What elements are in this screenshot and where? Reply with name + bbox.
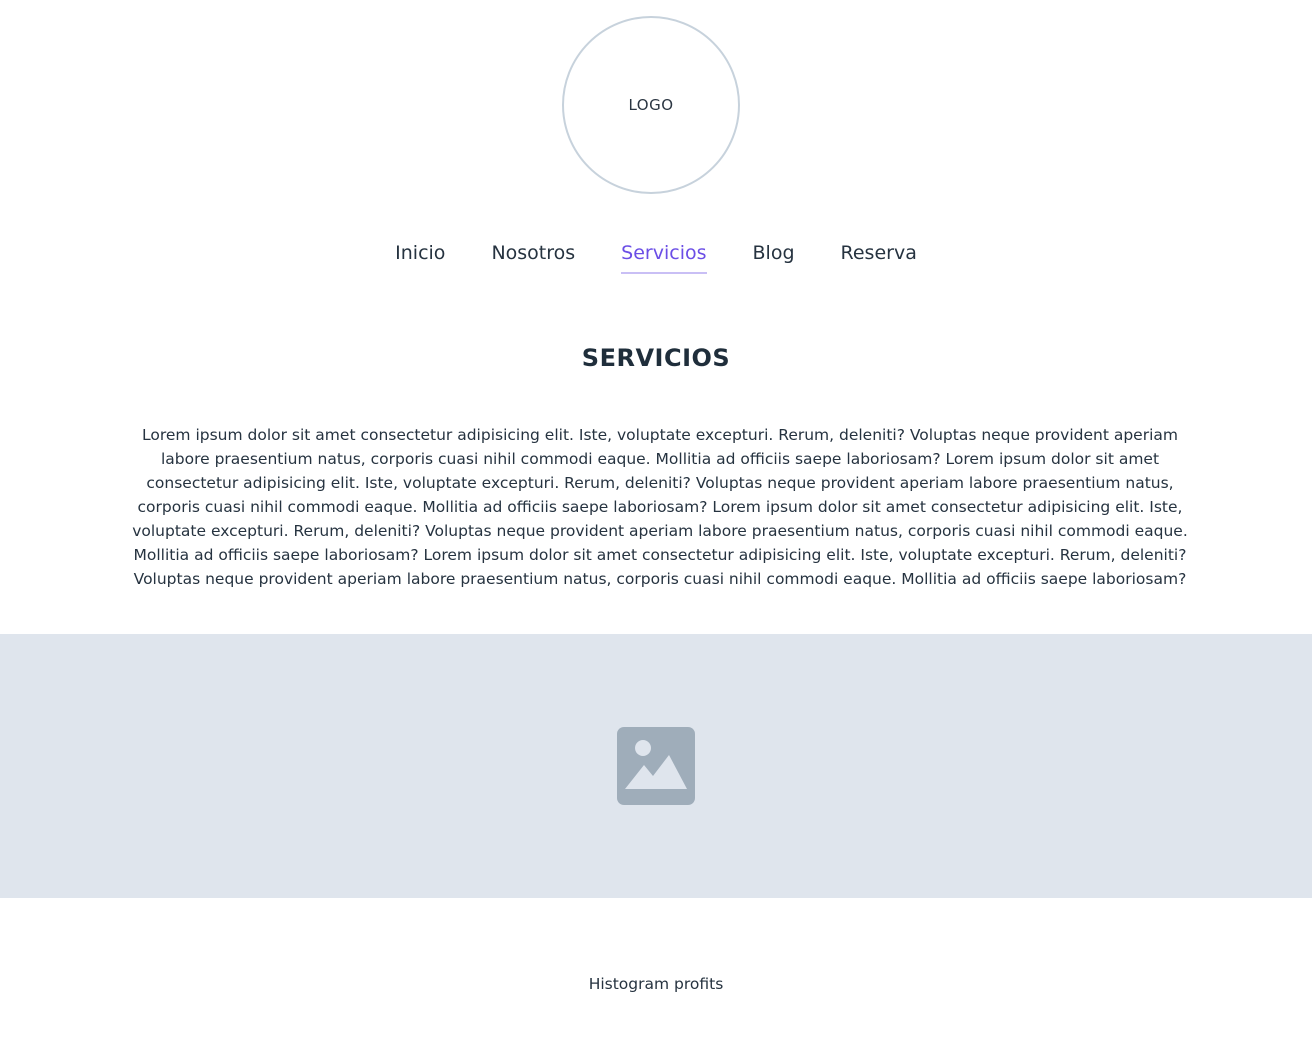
image-icon — [617, 727, 695, 805]
logo[interactable]: LOGO — [562, 16, 740, 194]
services-description: Lorem ipsum dolor sit amet consectetur a… — [132, 426, 1188, 588]
nav-item-blog[interactable]: Blog — [753, 238, 795, 274]
chart-caption: Histogram profits — [588, 975, 724, 993]
nav-item-inicio[interactable]: Inicio — [395, 238, 445, 274]
nav-item-servicios[interactable]: Servicios — [621, 238, 707, 274]
nav-item-nosotros[interactable]: Nosotros — [491, 238, 575, 274]
page: LOGO Inicio Nosotros Servicios Blog Rese… — [0, 0, 1312, 1060]
logo-text: LOGO — [628, 96, 674, 114]
page-title: SERVICIOS — [581, 344, 731, 372]
nav-item-reserva[interactable]: Reserva — [841, 238, 917, 274]
image-placeholder — [0, 634, 1312, 898]
main-nav: Inicio Nosotros Servicios Blog Reserva — [0, 238, 1312, 274]
